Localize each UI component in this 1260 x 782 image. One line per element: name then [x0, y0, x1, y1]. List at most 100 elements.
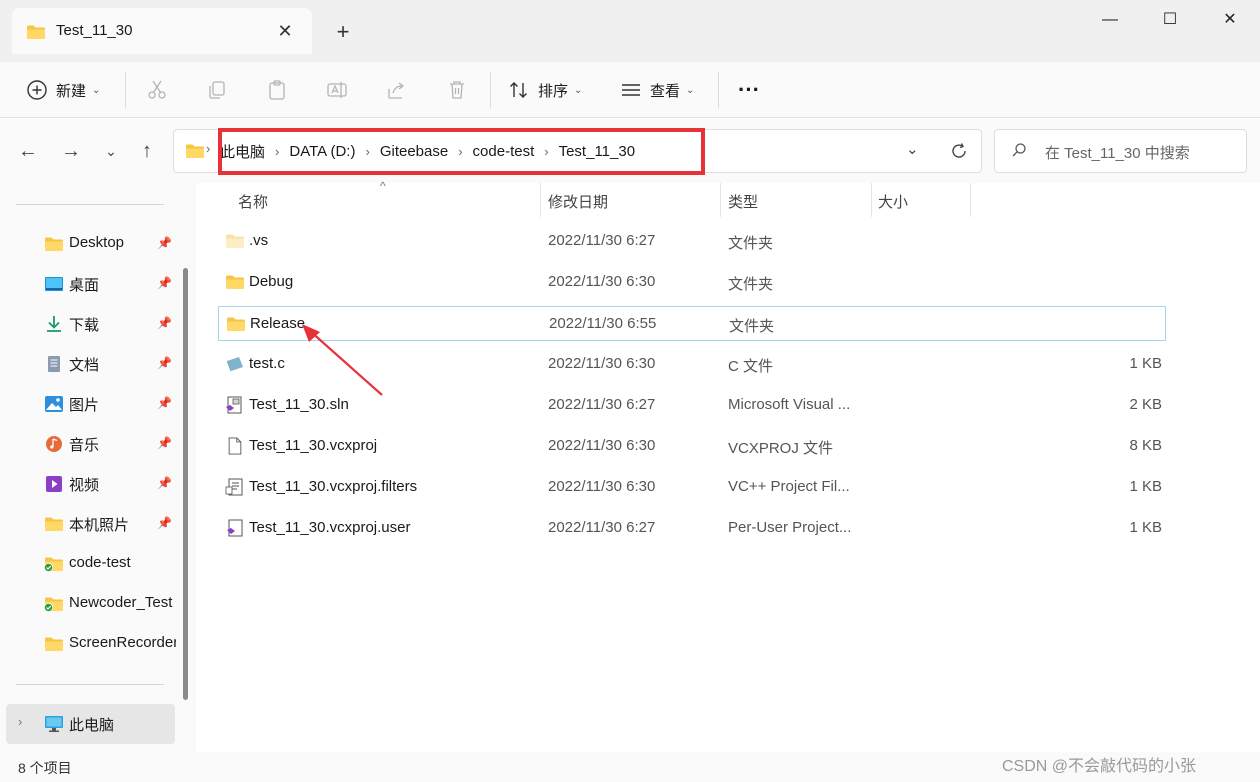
c-file-icon: [227, 357, 243, 372]
view-button[interactable]: 查看 ⌄: [620, 62, 694, 118]
file-type: 文件夹: [728, 235, 774, 252]
desktop-icon: [45, 277, 63, 291]
forward-arrow-icon[interactable]: →: [57, 137, 85, 165]
sort-button[interactable]: 排序 ⌄: [508, 62, 582, 118]
sidebar-divider: [16, 684, 164, 685]
up-arrow-icon[interactable]: ↑: [133, 137, 161, 165]
file-size: 2 KB: [1129, 396, 1162, 413]
file-name: .vs: [249, 232, 269, 249]
sidebar-item-newcoder-test[interactable]: Newcoder_Test: [0, 584, 180, 624]
list-item[interactable]: Test_11_30.vcxproj.filters 2022/11/30 6:…: [218, 470, 1166, 505]
sidebar-item-desktop-cn[interactable]: 桌面 📌: [0, 264, 180, 304]
column-divider[interactable]: [970, 183, 971, 217]
share-button[interactable]: [386, 62, 408, 118]
sidebar-item-code-test[interactable]: code-test: [0, 544, 180, 584]
file-type: Microsoft Visual ...: [728, 396, 851, 413]
sidebar-item-pictures[interactable]: 图片 📌: [0, 384, 180, 424]
list-item[interactable]: Debug 2022/11/30 6:30 文件夹: [218, 265, 1166, 300]
recent-locations-chevron-icon[interactable]: ⌄: [97, 137, 125, 165]
chevron-right-icon[interactable]: ›: [275, 144, 279, 159]
tab-test-11-30[interactable]: Test_11_30 ✕: [12, 8, 312, 54]
folder-icon: [226, 315, 246, 333]
file-name: Test_11_30.vcxproj.user: [249, 519, 411, 536]
title-bar: Test_11_30 ✕ + — ☐ ✕: [0, 0, 1260, 62]
rename-icon: [327, 82, 347, 98]
paste-button[interactable]: [266, 62, 288, 118]
cut-button[interactable]: [146, 62, 168, 118]
sidebar-item-this-pc[interactable]: › 此电脑: [6, 704, 175, 744]
search-placeholder: 在 Test_11_30 中搜索: [1045, 145, 1190, 162]
list-item[interactable]: .vs 2022/11/30 6:27 文件夹: [218, 224, 1166, 259]
view-list-icon: [622, 84, 640, 96]
file-date: 2022/11/30 6:30: [548, 437, 656, 454]
back-arrow-icon[interactable]: ←: [14, 137, 42, 165]
hidden-folder-icon: [225, 232, 245, 250]
tab-title: Test_11_30: [56, 22, 133, 39]
sidebar-item-documents[interactable]: 文档 📌: [0, 344, 180, 384]
pin-icon: 📌: [157, 436, 172, 450]
file-name: test.c: [249, 355, 285, 372]
chevron-right-icon[interactable]: ›: [458, 144, 462, 159]
pin-icon: 📌: [157, 516, 172, 530]
address-dropdown-chevron-icon[interactable]: ⌄: [906, 140, 919, 158]
folder-icon: [26, 24, 46, 40]
folder-icon: [44, 635, 64, 653]
sidebar-item-music[interactable]: 音乐 📌: [0, 424, 180, 464]
item-count: 8 个项目: [18, 760, 72, 776]
sidebar-scrollbar[interactable]: [183, 268, 188, 700]
folder-icon: [185, 143, 205, 159]
chevron-down-icon: ⌄: [574, 84, 583, 96]
file-size: 1 KB: [1129, 478, 1162, 495]
toolbar-divider: [125, 72, 126, 108]
column-header-name[interactable]: 名称: [218, 183, 540, 217]
breadcrumb-giteebase[interactable]: Giteebase: [380, 143, 448, 160]
sidebar-item-desktop[interactable]: Desktop 📌: [0, 224, 180, 264]
more-options-button[interactable]: ···: [738, 62, 760, 118]
maximize-button[interactable]: ☐: [1150, 6, 1190, 36]
sidebar-item-local-photos[interactable]: 本机照片 📌: [0, 504, 180, 544]
annotation-arrow-icon: [302, 324, 383, 396]
copy-button[interactable]: [206, 62, 228, 118]
address-bar[interactable]: › 此电脑 › DATA (D:) › Giteebase › code-tes…: [173, 129, 982, 173]
user-file-icon: [227, 519, 243, 537]
navigation-bar: ← → ⌄ ↑ › 此电脑 › DATA (D:) › Giteebase › …: [0, 119, 1260, 183]
sort-label: 排序: [538, 82, 569, 100]
new-tab-icon[interactable]: +: [331, 20, 355, 44]
breadcrumb-this-pc[interactable]: 此电脑: [220, 141, 265, 162]
share-icon: [388, 82, 405, 99]
video-icon: [46, 476, 62, 492]
breadcrumb: 此电脑 › DATA (D:) › Giteebase › code-test …: [220, 130, 635, 172]
pictures-icon: [45, 396, 63, 412]
sidebar-item-videos[interactable]: 视频 📌: [0, 464, 180, 504]
search-icon: [1012, 143, 1026, 157]
file-date: 2022/11/30 6:30: [548, 478, 656, 495]
delete-button[interactable]: [446, 62, 468, 118]
new-button[interactable]: 新建 ⌄: [26, 62, 100, 118]
list-item[interactable]: Test_11_30.vcxproj.user 2022/11/30 6:27 …: [218, 511, 1166, 546]
tab-close-icon[interactable]: ✕: [274, 20, 296, 42]
rename-button[interactable]: [326, 62, 348, 118]
search-input[interactable]: 在 Test_11_30 中搜索: [994, 129, 1247, 173]
column-header-type[interactable]: 类型: [721, 183, 871, 217]
refresh-icon[interactable]: [949, 141, 969, 161]
breadcrumb-code-test[interactable]: code-test: [473, 143, 535, 160]
chevron-right-icon[interactable]: ›: [18, 714, 22, 729]
file-type: 文件夹: [728, 276, 774, 293]
column-header-date[interactable]: 修改日期: [541, 183, 720, 217]
breadcrumb-test-11-30[interactable]: Test_11_30: [559, 143, 635, 160]
close-button[interactable]: ✕: [1210, 6, 1250, 36]
list-item[interactable]: Test_11_30.vcxproj 2022/11/30 6:30 VCXPR…: [218, 429, 1166, 464]
sidebar-item-screenrecorder[interactable]: ScreenRecorder: [0, 624, 180, 664]
chevron-right-icon[interactable]: ›: [365, 144, 369, 159]
sidebar-item-label: code-test: [69, 554, 131, 571]
sidebar-item-downloads[interactable]: 下载 📌: [0, 304, 180, 344]
folder-icon: [225, 273, 245, 291]
toolbar-divider: [490, 72, 491, 108]
minimize-button[interactable]: —: [1090, 6, 1130, 36]
file-size: 8 KB: [1129, 437, 1162, 454]
watermark-text: CSDN @不会敲代码的小张: [1002, 758, 1197, 775]
breadcrumb-data-drive[interactable]: DATA (D:): [289, 143, 355, 160]
column-header-size[interactable]: 大小: [872, 183, 970, 217]
chevron-right-icon[interactable]: ›: [544, 144, 548, 159]
column-header-label: 修改日期: [548, 194, 609, 211]
